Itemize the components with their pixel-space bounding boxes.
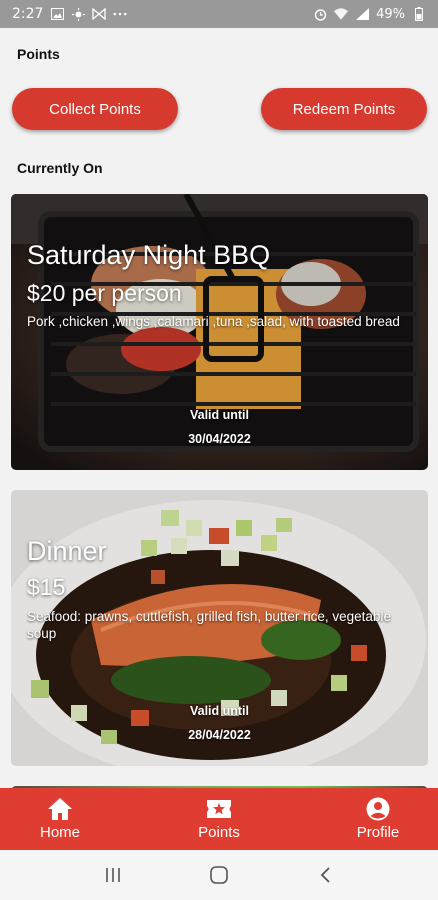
recent-apps-button[interactable]: [98, 860, 128, 890]
system-nav-bar: [0, 850, 438, 900]
offer-price: $20 per person: [27, 280, 182, 306]
back-button[interactable]: [310, 860, 340, 890]
back-chevron-icon: [320, 867, 330, 883]
bbq-grill-image: [11, 194, 428, 470]
status-bar: 2:27 49%: [0, 0, 438, 28]
redeem-points-button[interactable]: Redeem Points: [261, 88, 427, 130]
home-system-button[interactable]: [204, 860, 234, 890]
account-circle-icon: [366, 797, 390, 821]
offer-card[interactable]: Dinner $15 Seafood: prawns, cuttlefish, …: [11, 490, 428, 766]
home-square-icon: [210, 866, 228, 884]
offer-valid-label: Valid until: [189, 704, 250, 718]
bottom-nav: Home Points Profile: [0, 788, 438, 850]
offer-title: Dinner: [27, 536, 107, 566]
section-title: Currently On: [17, 160, 103, 176]
signal-icon: [355, 7, 369, 21]
nav-points[interactable]: Points: [177, 788, 261, 850]
nav-points-label: Points: [198, 824, 240, 841]
offer-price: $15: [27, 574, 66, 600]
nav-profile[interactable]: Profile: [336, 788, 420, 850]
offer-valid-date: 28/04/2022: [188, 728, 251, 742]
wifi-icon: [334, 7, 349, 21]
status-time: 2:27: [12, 6, 44, 22]
butterfly-icon: [92, 7, 107, 21]
brightness-icon: [71, 7, 85, 21]
nav-home[interactable]: Home: [18, 788, 102, 850]
ticket-star-icon: [207, 800, 231, 818]
offer-valid-date: 30/04/2022: [188, 432, 251, 446]
battery-percent: 49%: [376, 6, 405, 22]
alarm-icon: [313, 7, 327, 21]
offer-title: Saturday Night BBQ: [27, 240, 271, 270]
battery-icon: [412, 7, 426, 21]
offer-valid-label: Valid until: [189, 408, 250, 422]
gallery-icon: [50, 7, 64, 21]
nav-home-label: Home: [39, 824, 80, 841]
recent-apps-icon: [106, 868, 120, 882]
offer-description: Pork ,chicken ,wings ,calamari ,tuna ,sa…: [27, 314, 400, 329]
main-content: Points Collect Points Redeem Points Curr…: [0, 28, 438, 788]
offer-card[interactable]: Saturday Night BBQ $20 per person Pork ,…: [11, 194, 428, 470]
more-dots-icon: [113, 7, 128, 21]
nav-profile-label: Profile: [356, 824, 400, 841]
home-icon: [48, 798, 72, 820]
offer-description: Seafood: prawns, cuttlefish, grilled fis…: [27, 609, 391, 641]
collect-points-button[interactable]: Collect Points: [12, 88, 178, 130]
page-title: Points: [17, 46, 60, 62]
